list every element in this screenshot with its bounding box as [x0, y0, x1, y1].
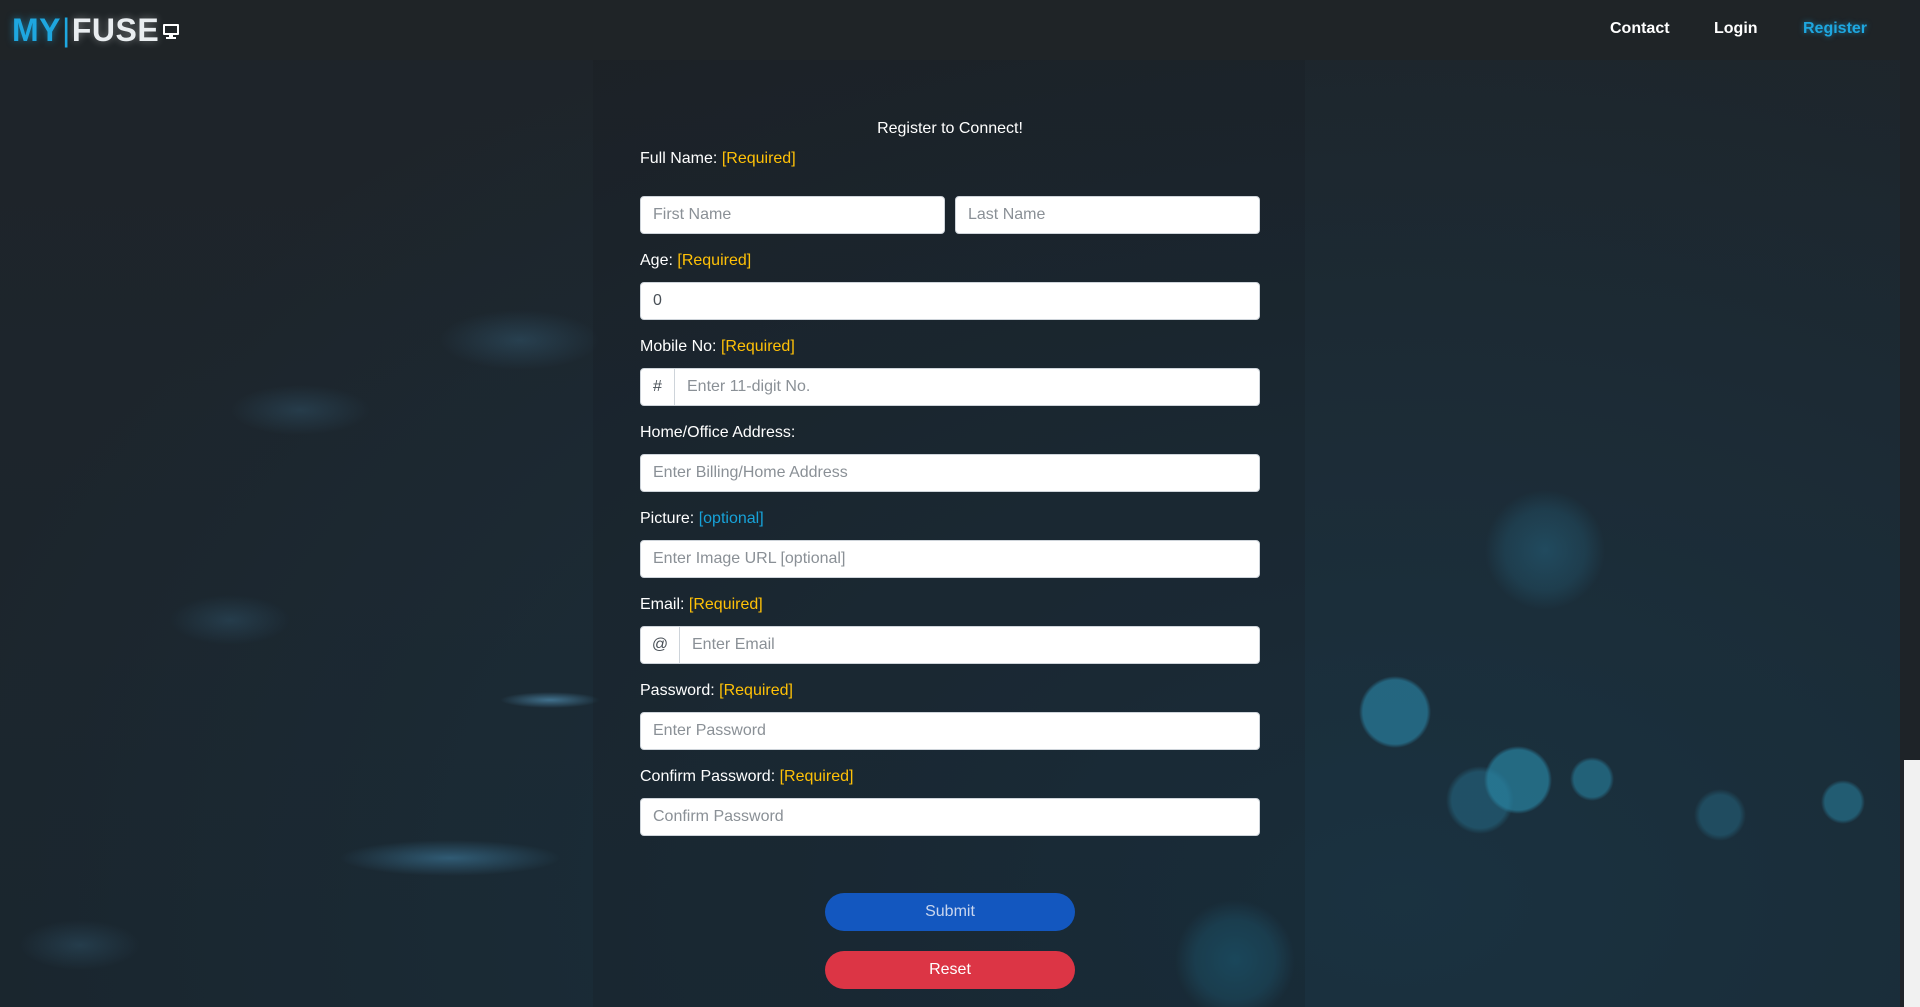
submit-button[interactable]: Submit: [825, 893, 1075, 931]
scrollbar-thumb[interactable]: [1904, 760, 1920, 1007]
last-name-input[interactable]: [955, 196, 1260, 234]
mobile-input[interactable]: [675, 368, 1260, 406]
at-prefix: @: [640, 626, 680, 664]
mobile-input-group: #: [640, 368, 1260, 406]
nav-login-link[interactable]: Login: [1714, 20, 1758, 38]
reset-button[interactable]: Reset: [825, 951, 1075, 989]
email-input-group: @: [640, 626, 1260, 664]
required-tag: [Required]: [688, 596, 763, 613]
optional-tag: [optional]: [698, 510, 764, 527]
mobile-label: Mobile No: [Required]: [640, 338, 795, 355]
required-tag: [Required]: [779, 768, 854, 785]
picture-url-input[interactable]: [640, 540, 1260, 578]
form-title: Register to Connect!: [877, 120, 1023, 137]
confirm-password-label: Confirm Password: [Required]: [640, 768, 854, 785]
password-input[interactable]: [640, 712, 1260, 750]
age-label: Age: [Required]: [640, 252, 752, 269]
nav-register-link[interactable]: Register: [1803, 20, 1867, 38]
nav-contact-link[interactable]: Contact: [1610, 20, 1670, 38]
navbar: MY | FUSE Contact Login Register: [0, 0, 1900, 60]
hash-prefix: #: [640, 368, 675, 406]
first-name-input[interactable]: [640, 196, 945, 234]
required-tag: [Required]: [719, 682, 793, 699]
required-tag: [Required]: [677, 252, 752, 269]
required-tag: [Required]: [720, 338, 795, 355]
confirm-password-input[interactable]: [640, 798, 1260, 836]
password-label: Password: [Required]: [640, 682, 793, 699]
full-name-label: Full Name: [Required]: [640, 150, 796, 167]
address-label: Home/Office Address:: [640, 424, 796, 441]
address-input[interactable]: [640, 454, 1260, 492]
email-label: Email: [Required]: [640, 596, 763, 613]
email-input[interactable]: [680, 626, 1260, 664]
age-input[interactable]: [640, 282, 1260, 320]
nav-links: Contact Login Register: [0, 20, 1900, 42]
required-tag: [Required]: [721, 150, 796, 167]
picture-label: Picture: [optional]: [640, 510, 764, 527]
